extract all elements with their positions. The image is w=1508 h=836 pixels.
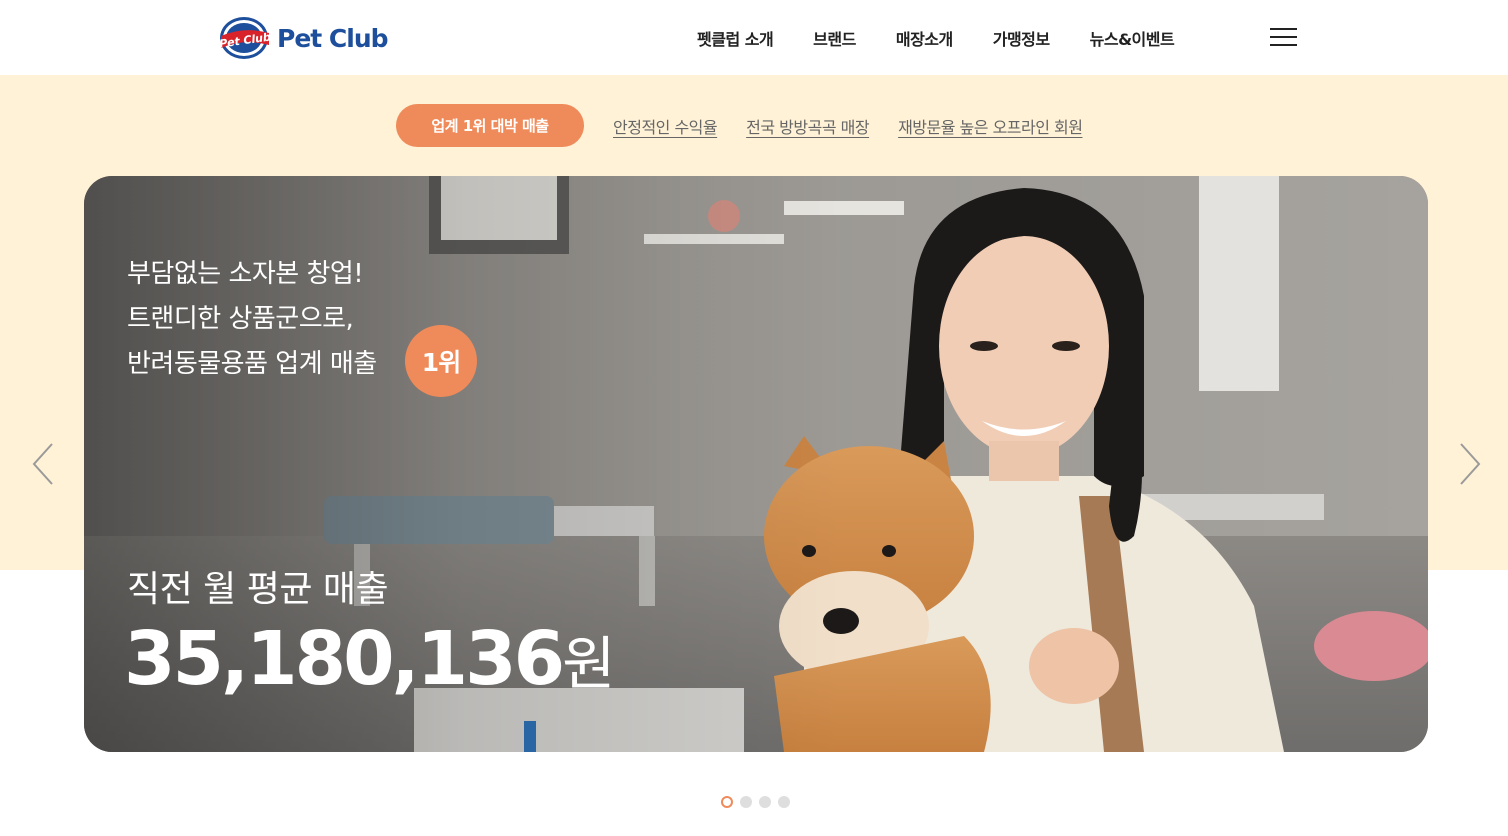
chevron-left-icon[interactable]: [32, 443, 54, 485]
tab-stable-profit[interactable]: 안정적인 수익율: [613, 114, 718, 138]
sales-caption: 직전 월 평균 매출: [127, 569, 389, 610]
pagination-dot[interactable]: [740, 796, 752, 808]
nav-item-stores[interactable]: 매장소개: [896, 26, 953, 50]
hero-copy: 부담없는 소자본 창업! 트랜디한 상품군으로, 반려동물용품 업계 매출: [127, 252, 377, 387]
main-nav: 펫클럽 소개 브랜드 매장소개 가맹정보 뉴스&이벤트: [697, 26, 1214, 50]
tab-top-sales[interactable]: 업계 1위 대박 매출: [396, 104, 584, 147]
rank-badge: 1위: [405, 325, 477, 397]
hero-copy-line: 트랜디한 상품군으로,: [127, 304, 354, 334]
nav-item-news[interactable]: 뉴스&이벤트: [1090, 26, 1175, 50]
hero-copy-line: 반려동물용품 업계 매출: [127, 349, 377, 379]
site-header: Pet Club Pet Club 펫클럽 소개 브랜드 매장소개 가맹정보 뉴…: [0, 0, 1508, 75]
hero-copy-line: 부담없는 소자본 창업!: [127, 259, 364, 289]
tab-loyal-members[interactable]: 재방문율 높은 오프라인 회원: [898, 114, 1083, 138]
sales-number: 35,180,136: [124, 616, 565, 702]
pet-club-logo[interactable]: Pet Club Pet Club: [218, 16, 389, 60]
slider-pagination: [721, 796, 797, 808]
nav-item-about[interactable]: 펫클럽 소개: [697, 26, 774, 50]
logo-text: Pet Club: [277, 23, 389, 53]
nav-item-brand[interactable]: 브랜드: [813, 26, 856, 50]
pagination-dot-active[interactable]: [721, 796, 733, 808]
logo-badge-icon: Pet Club: [218, 16, 273, 60]
sales-amount: 35,180,136원: [124, 616, 616, 702]
tab-nationwide-stores[interactable]: 전국 방방곡곡 매장: [746, 114, 869, 138]
pagination-dot[interactable]: [778, 796, 790, 808]
hamburger-icon[interactable]: [1270, 28, 1297, 46]
pagination-dot[interactable]: [759, 796, 771, 808]
sales-unit: 원: [562, 630, 615, 698]
feature-tabs: 업계 1위 대박 매출 안정적인 수익율 전국 방방곡곡 매장 재방문율 높은 …: [396, 104, 1083, 147]
hero-slide[interactable]: 부담없는 소자본 창업! 트랜디한 상품군으로, 반려동물용품 업계 매출 1위…: [84, 176, 1428, 752]
chevron-right-icon[interactable]: [1459, 443, 1481, 485]
nav-item-franchise[interactable]: 가맹정보: [993, 26, 1050, 50]
